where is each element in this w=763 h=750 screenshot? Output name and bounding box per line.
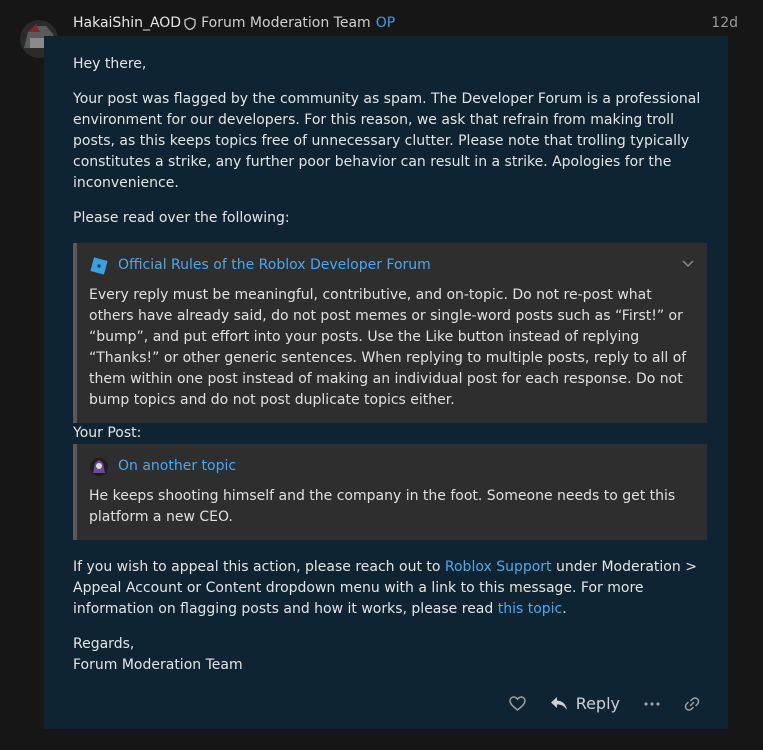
shield-icon	[184, 16, 196, 30]
post-date[interactable]: 12d	[711, 15, 745, 31]
post-content: Hey there, Your post was flagged by the …	[73, 54, 713, 676]
post-header: HakaiShin_AOD Forum Moderation Team OP 1…	[73, 13, 745, 33]
appeal-text-1: If you wish to appeal this action, pleas…	[73, 559, 445, 575]
greeting: Hey there,	[73, 56, 147, 72]
share-link-button[interactable]	[684, 696, 700, 712]
rules-text: Every reply must be meaningful, contribu…	[89, 287, 687, 408]
read-over-text: Please read over the following:	[73, 210, 290, 226]
appeal-text-3: .	[562, 601, 567, 617]
quote-onebox: On another topic He keeps shooting himse…	[73, 444, 707, 540]
body-paragraph: Your post was flagged by the community a…	[73, 91, 701, 191]
more-icon	[644, 701, 660, 706]
link-icon	[684, 696, 700, 711]
this-topic-link[interactable]: this topic	[498, 601, 563, 617]
reply-icon	[550, 697, 567, 710]
username[interactable]: HakaiShin_AOD	[73, 15, 181, 31]
roblox-support-link[interactable]: Roblox Support	[445, 559, 552, 575]
regards-text: Regards,	[73, 636, 135, 652]
quote-text: He keeps shooting himself and the compan…	[89, 488, 676, 525]
quote-avatar	[89, 457, 109, 477]
rules-link[interactable]: Official Rules of the Roblox Developer F…	[118, 255, 431, 276]
appeal-paragraph: If you wish to appeal this action, pleas…	[73, 557, 713, 620]
more-button[interactable]	[644, 701, 660, 706]
your-post-label: Your Post:	[73, 425, 142, 441]
rules-onebox: Official Rules of the Roblox Developer F…	[73, 243, 707, 423]
post-body: Hey there, Your post was flagged by the …	[44, 36, 728, 729]
quoted-topic-link[interactable]: On another topic	[118, 456, 236, 477]
reply-label: Reply	[575, 694, 620, 713]
roblox-logo-icon	[89, 256, 109, 276]
signature-text: Forum Moderation Team	[73, 657, 243, 673]
post-actions: Reply	[485, 694, 700, 713]
chevron-down-icon[interactable]	[681, 255, 695, 276]
like-button[interactable]	[508, 696, 526, 711]
heart-icon	[508, 696, 526, 711]
op-badge: OP	[375, 15, 396, 31]
user-group[interactable]: Forum Moderation Team	[201, 15, 371, 31]
reply-button[interactable]: Reply	[550, 694, 620, 713]
